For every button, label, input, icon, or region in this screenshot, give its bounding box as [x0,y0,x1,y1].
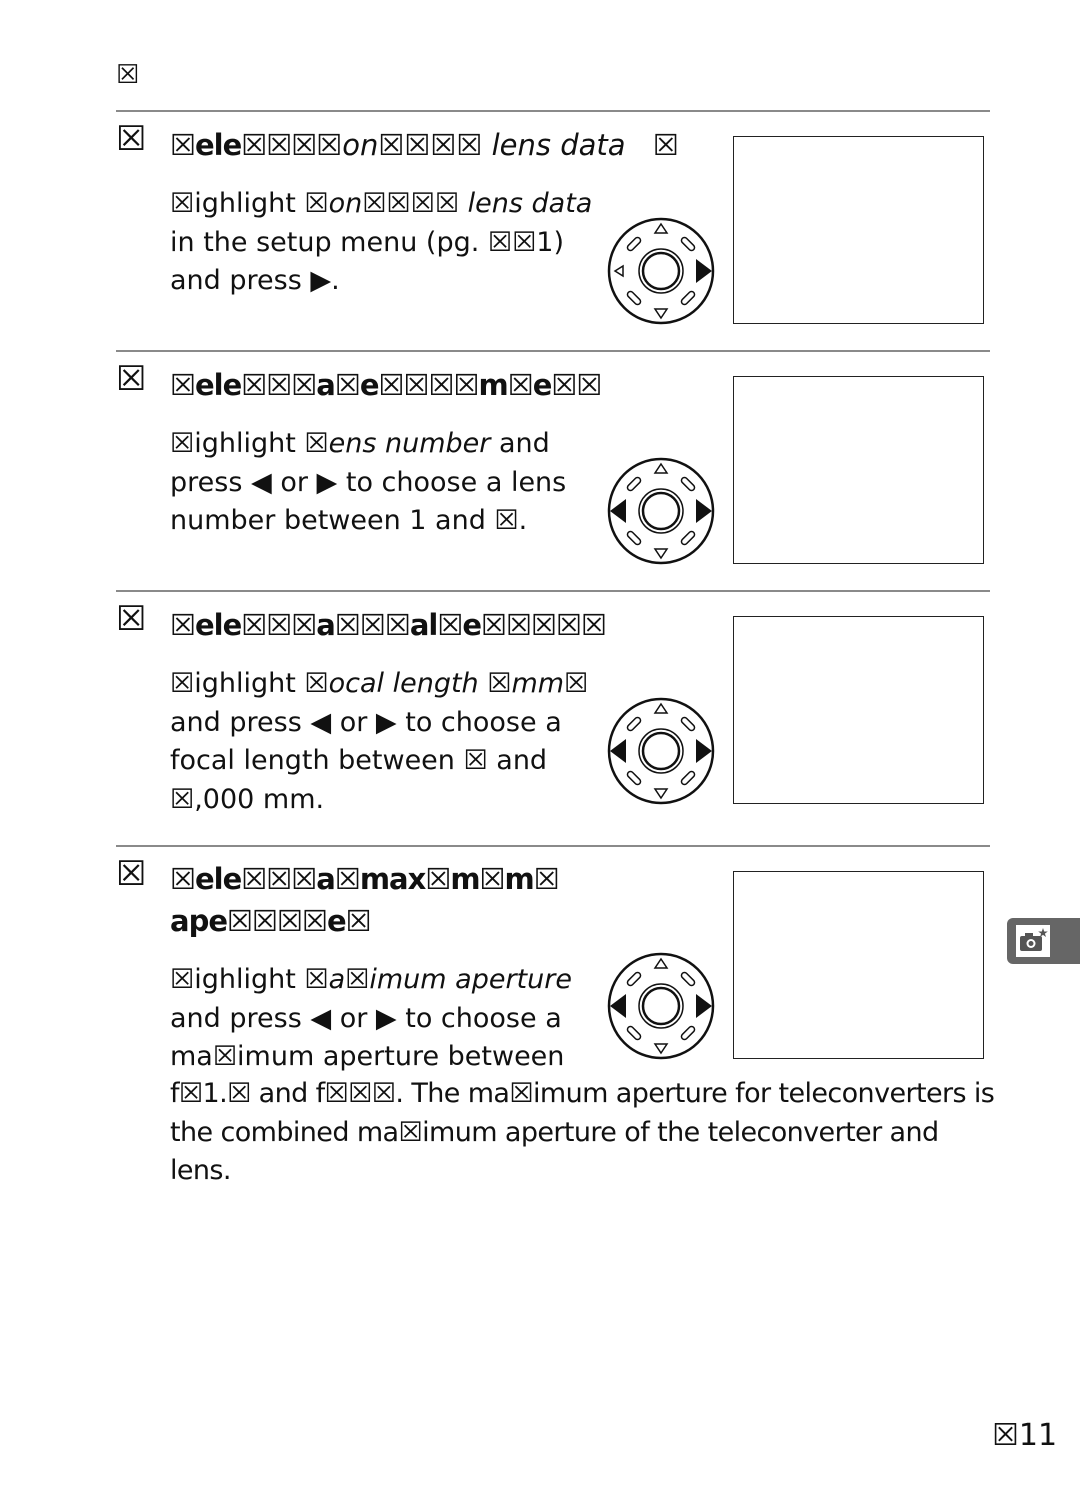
step-title: ☒ele☒☒☒☒on☒☒☒☒ lens data ☒ [170,128,679,162]
page-number: ☒11 [992,1418,1058,1453]
section-tab[interactable] [1007,918,1080,964]
step-body: ☒ighlight ☒a☒imum aperture and press ◀ o… [170,961,600,1077]
center-button [641,731,681,771]
body-text: ☒ighlight [170,428,305,459]
step-title: ☒ele☒☒☒a☒max☒m☒m☒ ape☒☒☒☒e☒ [170,862,560,938]
body-text: ☒ighlight [170,964,305,995]
step-number: ☒ [116,359,147,399]
screen-illustration [733,871,984,1059]
menu-item-name: ☒ens number [304,428,491,459]
step-body: ☒ighlight ☒ens number and press ◀ or ▶ t… [170,425,600,541]
menu-item-name: ☒ocal length ☒mm☒ [304,668,589,699]
camera-star-icon [1016,925,1050,957]
menu-item-name: ☒on☒☒☒☒ lens data [304,188,593,219]
screen-illustration [733,376,984,564]
step-number: ☒ [116,599,147,639]
step-title: ☒ele☒☒☒a☒e☒☒☒☒m☒e☒☒ [170,368,602,402]
center-button [641,491,681,531]
multi-selector-dial-icon [607,697,715,805]
step-number: ☒ [116,119,147,159]
multi-selector-dial-icon [607,457,715,565]
step-body: ☒ighlight ☒on☒☒☒☒ lens data in the setup… [170,185,600,301]
divider [116,350,990,352]
menu-item-name: ☒a☒imum aperture [304,964,572,995]
divider [116,590,990,592]
body-text: ☒ighlight [170,668,305,699]
multi-selector-dial-icon [607,952,715,1060]
step-body-continued: f☒1.☒ and f☒☒☒. The ma☒imum aperture for… [170,1078,995,1186]
screen-illustration [733,136,984,324]
center-button [641,986,681,1026]
body-text: ☒ighlight [170,188,305,219]
step-number: ☒ [116,854,147,894]
multi-selector-dial-icon [607,217,715,325]
center-button [641,251,681,291]
screen-illustration [733,616,984,804]
body-text: and press ◀ or ▶ to choose a focal lengt… [170,706,562,815]
divider [116,845,990,847]
body-text: and press ◀ or ▶ to choose a ma☒imum ape… [170,1002,565,1073]
step-title: ☒ele☒☒☒a☒☒☒al☒e☒☒☒☒☒ [170,608,607,642]
step-body: ☒ighlight ☒ocal length ☒mm☒ and press ◀ … [170,665,600,819]
top-section-mark: ☒ [116,60,140,90]
divider [116,110,990,112]
body-text: in the setup menu (pg. ☒☒1) and press ▶. [170,226,565,297]
